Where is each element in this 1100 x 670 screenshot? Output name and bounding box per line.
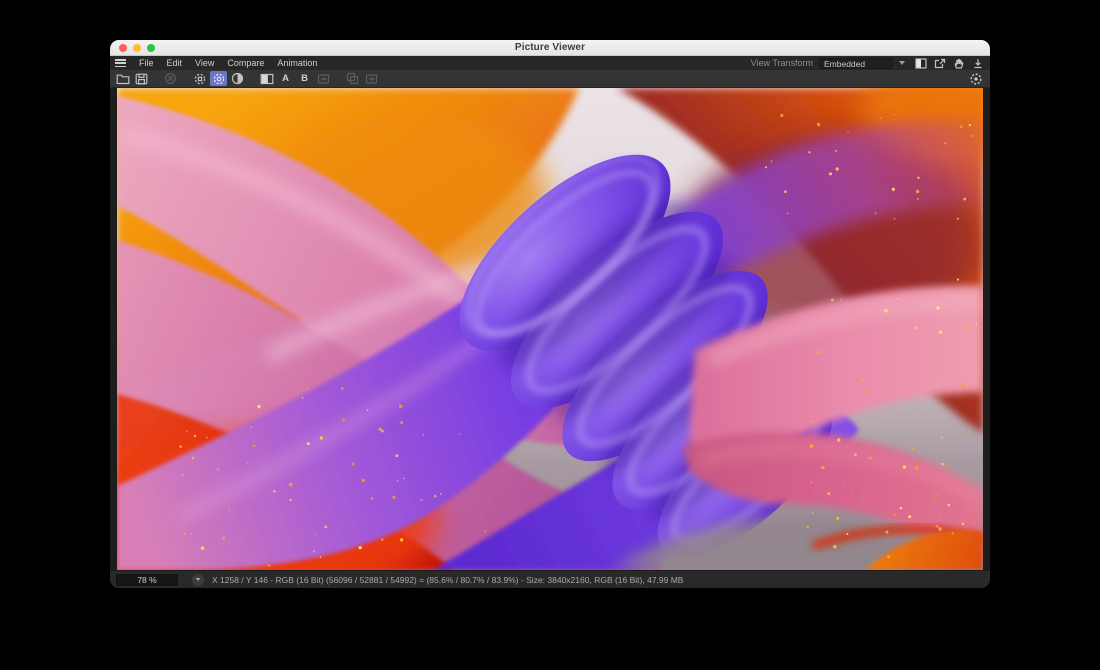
view-transform-controls: View Transform Embedded [751,57,984,69]
menu-edit[interactable]: Edit [167,58,183,68]
chevron-down-icon[interactable] [899,61,905,65]
split-display-icon[interactable] [914,57,927,69]
pan-hand-icon[interactable] [952,57,965,69]
download-icon[interactable] [971,57,984,69]
save-image-icon[interactable] [133,71,150,86]
popout-window-icon[interactable] [933,57,946,69]
statusbar: X 1258 / Y 146 - RGB (16 Bit) (56096 / 5… [110,570,990,588]
open-folder-icon[interactable] [114,71,131,86]
move-image-icon [363,71,380,86]
copy-image-icon [344,71,361,86]
traffic-lights [119,44,155,52]
set-version-a-button[interactable]: A [277,71,294,86]
maximize-button[interactable] [147,44,155,52]
menu-file[interactable]: File [139,58,154,68]
view-transform-select[interactable]: Embedded [819,58,893,69]
display-settings-gear-icon[interactable] [210,71,227,86]
zoom-dropdown-button[interactable] [192,574,204,586]
render-settings-gear-icon[interactable] [967,71,984,86]
menubar: File Edit View Compare Animation View Tr… [110,56,990,70]
rendered-image[interactable] [117,88,983,570]
zoom-input[interactable] [116,574,178,586]
close-button[interactable] [119,44,127,52]
menu-animation[interactable]: Animation [277,58,317,68]
set-version-b-button[interactable]: B [296,71,313,86]
menu-compare[interactable]: Compare [227,58,264,68]
view-transform-label: View Transform [751,58,813,68]
chevron-down-icon [196,578,200,581]
hamburger-menu-icon[interactable] [115,59,126,67]
compare-contrast-icon[interactable] [229,71,246,86]
titlebar[interactable]: Picture Viewer [110,40,990,56]
desktop-background: Picture Viewer File Edit View Compare An… [0,0,1100,670]
filter-settings-gear-icon[interactable] [191,71,208,86]
status-info-text: X 1258 / Y 146 - RGB (16 Bit) (56096 / 5… [212,575,683,585]
window-title: Picture Viewer [515,42,585,53]
image-viewport[interactable] [110,88,990,570]
cancel-render-icon [162,71,179,86]
picture-viewer-window: Picture Viewer File Edit View Compare An… [110,40,990,588]
menu-view[interactable]: View [195,58,214,68]
minimize-button[interactable] [133,44,141,52]
toolbar: A B [110,70,990,88]
ab-split-view-icon[interactable] [258,71,275,86]
swap-ab-icon [315,71,332,86]
